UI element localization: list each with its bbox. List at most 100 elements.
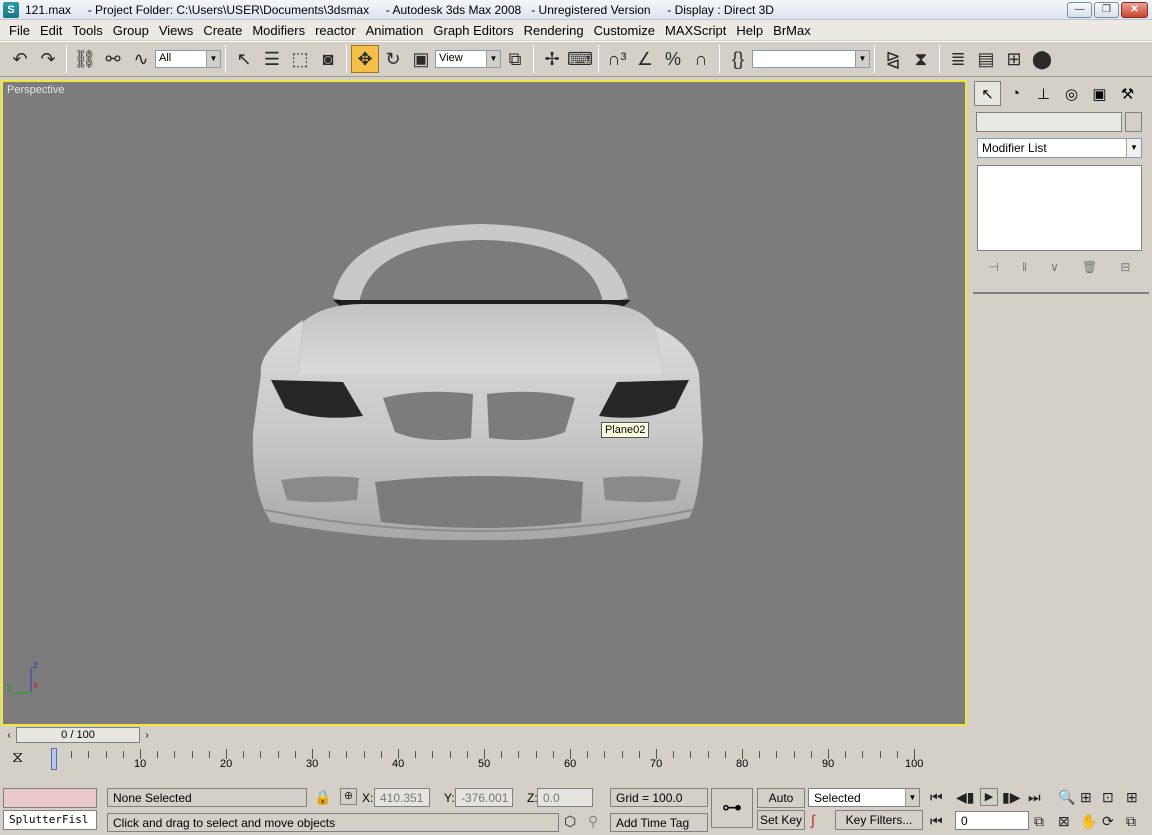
material-editor-icon[interactable]: ⬤ <box>1028 45 1056 73</box>
undo-icon[interactable]: ↶ <box>6 45 34 73</box>
unlink-selection-icon[interactable]: ⚯ <box>99 45 127 73</box>
arc-rotate-icon[interactable]: ⟳ <box>1102 813 1114 830</box>
go-to-end-icon[interactable]: ⏭ <box>1028 789 1041 806</box>
set-keys-key-icon[interactable]: ⊶ <box>711 788 753 828</box>
next-frame-arrow-icon[interactable]: › <box>140 728 154 743</box>
perspective-viewport[interactable]: Perspective Plane02 z x y <box>1 80 967 726</box>
modifier-list-dropdown[interactable]: Modifier List ▼ <box>977 138 1142 158</box>
modifier-stack[interactable] <box>977 165 1142 251</box>
named-selection-sets-dropdown[interactable]: ▼ <box>752 50 870 68</box>
remove-modifier-icon[interactable]: 🗑 <box>1082 260 1097 274</box>
open-mini-curve-editor-icon[interactable]: ⧖ <box>12 749 23 767</box>
use-pivot-point-center-icon[interactable]: ⧉ <box>501 45 529 73</box>
rectangular-selection-region-icon[interactable]: ⬚ <box>286 45 314 73</box>
pan-view-icon[interactable]: ✋ <box>1080 813 1097 830</box>
default-in-out-tangents-icon[interactable]: ∫ <box>811 812 815 828</box>
add-time-tag[interactable]: Add Time Tag <box>610 813 708 832</box>
car-model-render[interactable] <box>3 82 965 724</box>
key-mode-dropdown[interactable]: Selected ▼ <box>808 788 920 807</box>
maxscript-mini-listener[interactable]: SplutterFisl <box>3 810 97 830</box>
object-name-field[interactable] <box>976 112 1122 132</box>
filter-icon[interactable]: ⚲ <box>588 813 598 830</box>
menu-rendering[interactable]: Rendering <box>519 23 589 38</box>
select-by-name-icon[interactable]: ☰ <box>258 45 286 73</box>
utilities-tab-icon[interactable]: ⚒ <box>1114 81 1141 106</box>
menu-modifiers[interactable]: Modifiers <box>247 23 310 38</box>
current-frame-marker[interactable] <box>51 748 57 770</box>
z-coordinate-field[interactable]: 0.0 <box>537 788 593 807</box>
time-slider[interactable]: ‹ 0 / 100 › <box>0 727 968 745</box>
edit-named-selection-sets-icon[interactable]: {} <box>724 45 752 73</box>
menu-create[interactable]: Create <box>198 23 247 38</box>
key-filters-button[interactable]: Key Filters... <box>835 810 923 830</box>
time-slider-thumb[interactable]: 0 / 100 <box>16 727 140 743</box>
reference-coordinate-system-dropdown[interactable]: View ▼ <box>435 50 501 68</box>
absolute-mode-transform-icon[interactable]: ⊕ <box>340 788 357 805</box>
select-object-icon[interactable]: ↖ <box>230 45 258 73</box>
minimize-button[interactable]: — <box>1067 2 1092 18</box>
angle-snap-toggle-icon[interactable]: ∠ <box>631 45 659 73</box>
play-animation-icon[interactable]: ▶ <box>980 788 998 806</box>
keyboard-shortcut-override-icon[interactable]: ⌨ <box>566 45 594 73</box>
menu-file[interactable]: File <box>4 23 35 38</box>
redo-icon[interactable]: ↷ <box>34 45 62 73</box>
current-frame-field[interactable]: 0 <box>955 811 1029 830</box>
bind-to-space-warp-icon[interactable]: ∿ <box>127 45 155 73</box>
menu-graph-editors[interactable]: Graph Editors <box>428 23 518 38</box>
menu-help[interactable]: Help <box>731 23 768 38</box>
percent-snap-toggle-icon[interactable]: % <box>659 45 687 73</box>
make-unique-icon[interactable]: ∨ <box>1050 260 1059 274</box>
close-button[interactable]: ✕ <box>1121 2 1148 18</box>
3dsmax-app-icon[interactable]: S <box>3 1 19 18</box>
auto-key-button[interactable]: Auto Key <box>757 788 805 823</box>
modify-tab-icon[interactable]: ◔ <box>1002 81 1029 106</box>
zoom-extents-icon[interactable]: ⊡ <box>1102 789 1114 806</box>
selection-filter-dropdown[interactable]: All ▼ <box>155 50 221 68</box>
zoom-all-icon[interactable]: ⊞ <box>1080 789 1092 806</box>
align-icon[interactable]: ⧗ <box>907 45 935 73</box>
window-crossing-icon[interactable]: ◙ <box>314 45 342 73</box>
y-coordinate-field[interactable]: -376.001 <box>455 788 513 807</box>
menu-reactor[interactable]: reactor <box>310 23 360 38</box>
isolate-selection-icon[interactable]: ⬡ <box>564 813 576 830</box>
x-coordinate-field[interactable]: 410.351 <box>374 788 430 807</box>
motion-tab-icon[interactable]: ◎ <box>1058 81 1085 106</box>
maxscript-mini-listener-pink[interactable] <box>3 788 97 808</box>
zoom-extents-all-icon[interactable]: ⊞ <box>1126 789 1138 806</box>
display-tab-icon[interactable]: ▣ <box>1086 81 1113 106</box>
show-end-result-icon[interactable]: ‖ <box>1022 260 1027 274</box>
mirror-icon[interactable]: ⧎ <box>879 45 907 73</box>
menu-views[interactable]: Views <box>154 23 198 38</box>
field-of-view-icon[interactable]: ⊠ <box>1058 813 1070 830</box>
spinner-snap-toggle-icon[interactable]: ∩ <box>687 45 715 73</box>
maximize-viewport-toggle-icon[interactable]: ⧉ <box>1126 813 1136 830</box>
configure-modifier-sets-icon[interactable]: ⊟ <box>1120 260 1130 274</box>
select-and-manipulate-icon[interactable]: ✢ <box>538 45 566 73</box>
snaps-toggle-icon[interactable]: ∩³ <box>603 45 631 73</box>
create-tab-icon[interactable]: ↖ <box>974 81 1001 106</box>
menu-maxscript[interactable]: MAXScript <box>660 23 731 38</box>
select-and-move-icon[interactable]: ✥ <box>351 45 379 73</box>
zoom-icon[interactable]: 🔍 <box>1058 789 1075 806</box>
track-bar[interactable]: ⧖ 0102030405060708090100 <box>0 745 968 775</box>
time-configuration-icon[interactable]: ⧉ <box>1034 813 1044 830</box>
pin-stack-icon[interactable]: ⊣ <box>989 260 999 274</box>
go-to-start-icon[interactable]: ⏮ <box>930 789 943 806</box>
menu-edit[interactable]: Edit <box>35 23 67 38</box>
key-mode-toggle-icon[interactable]: ⏮ <box>930 813 943 830</box>
curve-editor-icon[interactable]: ▤ <box>972 45 1000 73</box>
menu-tools[interactable]: Tools <box>67 23 107 38</box>
previous-frame-icon[interactable]: ◀▮ <box>956 789 974 806</box>
menu-group[interactable]: Group <box>108 23 154 38</box>
set-key-button[interactable]: Set Key <box>757 810 805 830</box>
select-and-rotate-icon[interactable]: ↻ <box>379 45 407 73</box>
previous-frame-arrow-icon[interactable]: ‹ <box>2 728 16 743</box>
layer-manager-icon[interactable]: ≣ <box>944 45 972 73</box>
schematic-view-icon[interactable]: ⊞ <box>1000 45 1028 73</box>
hierarchy-tab-icon[interactable]: ⊥ <box>1030 81 1057 106</box>
restore-button[interactable]: ❐ <box>1094 2 1119 18</box>
selection-lock-icon[interactable]: 🔒 <box>314 789 331 806</box>
select-and-link-icon[interactable]: ⛓ <box>71 45 99 73</box>
select-and-scale-icon[interactable]: ▣ <box>407 45 435 73</box>
object-color-swatch[interactable] <box>1125 112 1142 132</box>
